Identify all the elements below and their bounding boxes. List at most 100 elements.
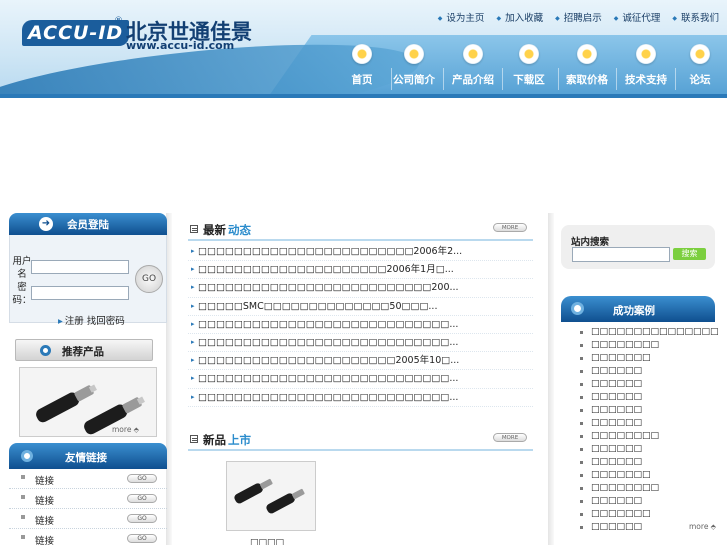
case-item[interactable]: □□□□□□ [561,404,727,417]
logo-registered: ® [114,16,123,26]
main-content: 最新 动态 MORE □□□□□□□□□□□□□□□□□□□□□□□□2006年… [188,213,533,545]
friend-link-name[interactable]: 链接 [35,533,54,545]
friend-link-name[interactable]: 链接 [35,493,54,507]
case-item[interactable]: □□□□□□ [561,378,727,391]
news-item[interactable]: □□□□□□□□□□□□□□□□□□□□□□□□□□□□... [188,334,533,353]
new-products-title-a: 新品 [203,432,226,447]
case-item[interactable]: □□□□□□□□ [561,430,727,443]
top-link-contact[interactable]: 联系我们 [672,10,719,24]
success-cases-header: 成功案例 [561,296,715,322]
nav-download[interactable]: 下载区 [501,42,559,94]
column-divider [548,213,554,545]
nav-support[interactable]: 技术支持 [618,42,676,94]
friend-link-row[interactable]: 链接 GO [9,489,167,509]
case-item[interactable]: □□□□□□ [561,417,727,430]
products-more-link[interactable]: more [112,425,139,434]
news-item[interactable]: □□□□□□□□□□□□□□□□□□□□□□2005年10□... [188,352,533,371]
case-item[interactable]: □□□□□□ [561,365,727,378]
nav-label: 技术支持 [625,74,667,86]
case-item[interactable]: □□□□□□ [561,495,727,508]
news-item[interactable]: □□□□□□□□□□□□□□□□□□□□□□□□□□□□... [188,316,533,334]
friend-link-go-button[interactable]: GO [127,474,157,483]
success-cases-list: □□□□□□□□□□□□□□□ □□□□□□□□ □□□□□□□ □□□□□□ … [561,326,727,534]
search-label: 站内搜索 [571,237,610,248]
list-icon [190,225,198,233]
nav-label: 索取价格 [566,74,608,86]
nav-bullet-icon [519,44,539,64]
arrow-right-icon: ➜ [39,217,53,231]
top-link-homepage[interactable]: 设为主页 [438,10,484,24]
logo-url: www.accu-id.com [126,39,235,52]
news-item[interactable]: □□□□□□□□□□□□□□□□□□□□□□□□2006年2... [188,243,533,262]
top-link-favorite[interactable]: 加入收藏 [496,10,543,24]
news-item[interactable]: □□□□□SMC□□□□□□□□□□□□□□50□□□... [188,298,533,316]
list-icon [190,434,198,443]
login-go-button[interactable]: GO [135,265,163,293]
recommended-product-image[interactable]: more [19,367,157,437]
username-input[interactable] [31,260,129,274]
news-more-button[interactable]: MORE [493,223,527,232]
cases-more-link[interactable]: more [689,522,716,531]
nav-home[interactable]: 首页 [334,42,392,94]
friend-link-row[interactable]: 链接 GO [9,529,167,545]
news-list: □□□□□□□□□□□□□□□□□□□□□□□□2006年2... □□□□□□… [188,243,533,407]
site-search: 站内搜索 搜索 [561,225,715,269]
right-sidebar: 站内搜索 搜索 成功案例 □□□□□□□□□□□□□□□ □□□□□□□□ □□… [561,213,727,545]
case-item[interactable]: □□□□□□□ [561,352,727,365]
radio-dot-icon [40,345,51,356]
case-item[interactable]: □□□□□□ [561,456,727,469]
news-item[interactable]: □□□□□□□□□□□□□□□□□□□□□2006年1月□... [188,261,533,280]
nav-about[interactable]: 公司简介 [386,42,444,94]
top-link-agents[interactable]: 诚征代理 [614,10,660,24]
nav-bullet-icon [690,44,710,64]
top-link-jobs[interactable]: 招聘启示 [555,10,602,24]
success-cases-title: 成功案例 [613,305,655,317]
friend-link-row[interactable]: 链接 GO [9,469,167,489]
nav-bullet-icon [636,44,656,64]
friend-links-header: 友情链接 [9,443,167,469]
case-item[interactable]: □□□□□□□□□□□□□□□ [561,326,727,339]
radio-dot-icon [571,302,584,315]
new-products-title-b: 上市 [228,432,251,447]
case-item[interactable]: □□□□□□□□ [561,482,727,495]
new-product-image[interactable] [226,460,316,531]
nav-bullet-icon [577,44,597,64]
search-button[interactable]: 搜索 [673,248,706,260]
news-item[interactable]: □□□□□□□□□□□□□□□□□□□□□□□□□□□□... [188,370,533,389]
case-item[interactable]: □□□□□□□ [561,508,727,521]
news-item[interactable]: □□□□□□□□□□□□□□□□□□□□□□□□□□200... [188,279,533,298]
case-item[interactable]: □□□□□□ [561,391,727,404]
new-products-more-button[interactable]: MORE [493,432,527,442]
main-nav: 首页 公司简介 产品介绍 下载区 索取价格 技术支持 论坛 [334,42,727,94]
password-input[interactable] [31,286,129,300]
site-logo[interactable]: ACCU-ID ® 北京世通佳景 www.accu-id.com [22,16,252,52]
search-input[interactable] [572,247,670,262]
new-product-name[interactable]: □□□□ [250,538,284,545]
recommended-products-header: 推荐产品 [15,339,153,361]
nav-forum[interactable]: 论坛 [672,42,727,94]
nav-label: 产品介绍 [452,74,494,86]
nav-bullet-icon [463,44,483,64]
case-item[interactable]: □□□□□□□□ [561,339,727,352]
friend-link-go-button[interactable]: GO [127,514,157,523]
friend-link-go-button[interactable]: GO [127,494,157,503]
nav-bullet-icon [404,44,424,64]
site-header: ACCU-ID ® 北京世通佳景 www.accu-id.com 设为主页 加入… [0,0,727,98]
login-title: 会员登陆 [67,219,109,231]
friend-link-go-button[interactable]: GO [127,534,157,543]
friend-link-row[interactable]: 链接 GO [9,509,167,529]
latest-news-title-a: 最新 [203,223,226,237]
nav-products[interactable]: 产品介绍 [445,42,503,94]
case-item[interactable]: □□□□□□ [561,443,727,456]
nav-price[interactable]: 索取价格 [559,42,617,94]
friend-link-name[interactable]: 链接 [35,473,54,487]
register-link[interactable]: 注册 找回密码 [58,313,125,327]
nav-label: 首页 [351,74,373,86]
nav-bullet-icon [352,44,372,64]
new-products-header: 新品 上市 MORE [188,423,533,451]
case-item[interactable]: □□□□□□□ [561,469,727,482]
friend-link-name[interactable]: 链接 [35,513,54,527]
nav-label: 下载区 [513,74,545,86]
password-label: 密码： [12,282,32,306]
news-item[interactable]: □□□□□□□□□□□□□□□□□□□□□□□□□□□□... [188,389,533,407]
